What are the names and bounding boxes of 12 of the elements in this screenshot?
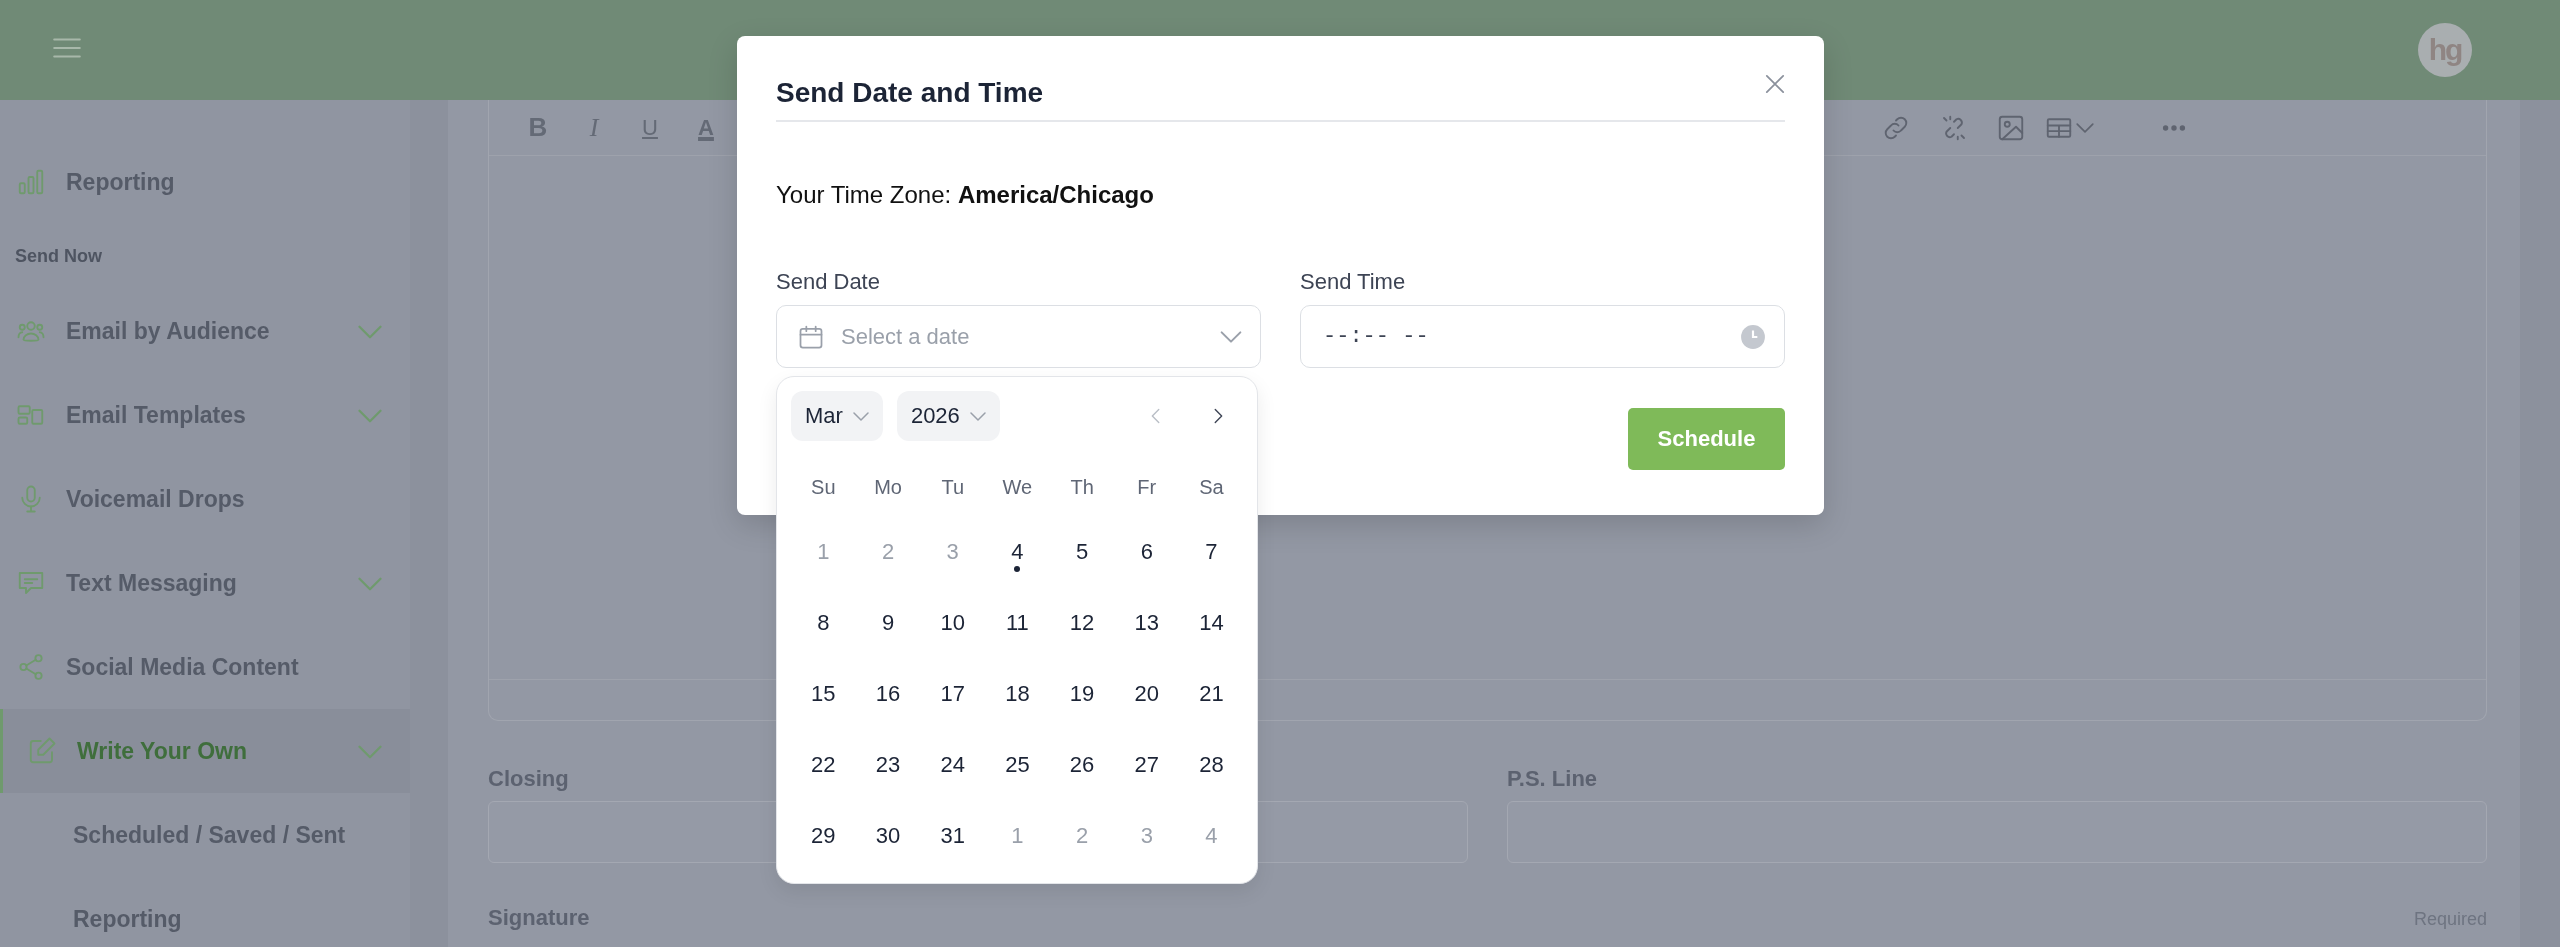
timezone-text: Your Time Zone: America/Chicago [776, 180, 1155, 210]
field-label: Send Date [776, 268, 881, 296]
weekday-label: Th [1069, 475, 1095, 500]
weekday-label: Su [810, 475, 837, 500]
weekday-label: We [1001, 475, 1034, 500]
dialog-title: Send Date and Time [776, 76, 1785, 122]
weekday-label: Mo [873, 475, 903, 500]
weekday-label: Sa [1198, 475, 1225, 500]
field-label: Send Time [1300, 268, 1407, 296]
sidebar-section-label: Send Now [14, 245, 103, 268]
weekday-label: Tu [940, 475, 965, 500]
weekday-label: Fr [1136, 475, 1158, 500]
